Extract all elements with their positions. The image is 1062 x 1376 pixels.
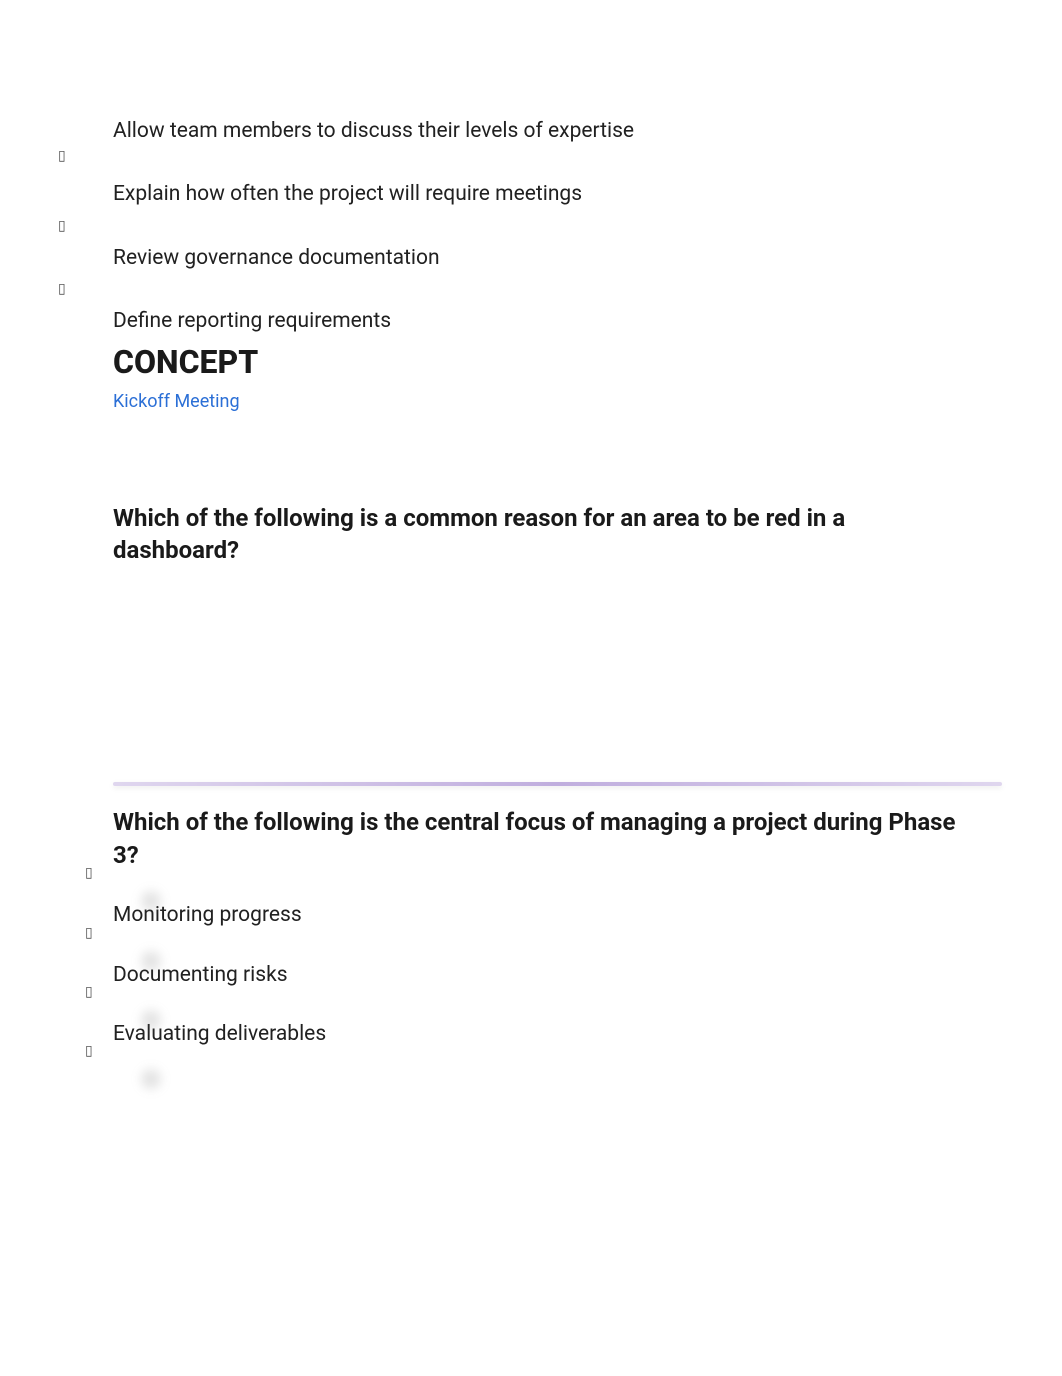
option-text: Allow team members to discuss their leve… [85, 117, 1002, 146]
q1-option-3: Review governance documentation ▯ [85, 244, 1002, 273]
bullet-icon: ▯ [58, 218, 66, 234]
blur-dot [141, 1010, 161, 1030]
bullet-icon: ▯ [85, 925, 93, 941]
option-text: Documenting risks [113, 961, 1002, 990]
q1-option-4: Define reporting requirements [85, 307, 1002, 336]
concept-link[interactable]: Kickoff Meeting [85, 391, 1002, 412]
bullet-icon: ▯ [85, 984, 93, 1000]
document-content: Allow team members to discuss their leve… [0, 0, 1062, 1049]
blur-dot [141, 1069, 161, 1089]
q3-option-2: ▯ Documenting risks [85, 961, 1002, 990]
q2-text: Which of the following is a common reaso… [85, 502, 1002, 567]
bullet-icon: ▯ [58, 148, 66, 164]
spacer [85, 582, 1002, 782]
option-text: Define reporting requirements [85, 307, 1002, 336]
q1-option-1: Allow team members to discuss their leve… [85, 117, 1002, 146]
q3-text: Which of the following is the central fo… [85, 806, 1002, 871]
q3-option-1: ▯ Monitoring progress [85, 901, 1002, 930]
q1-option-2: Explain how often the project will requi… [85, 180, 1002, 209]
q3-options: ▯ Monitoring progress ▯ Documenting risk… [85, 901, 1002, 1049]
bullet-icon: ▯ [58, 281, 66, 297]
blur-dot [141, 951, 161, 971]
concept-heading: CONCEPT [85, 343, 1002, 381]
section-divider [113, 782, 1002, 786]
option-text: Evaluating deliverables [113, 1020, 1002, 1049]
option-text: Review governance documentation [85, 244, 1002, 273]
q1-options: Allow team members to discuss their leve… [85, 117, 1002, 337]
option-text: Monitoring progress [113, 901, 1002, 930]
q3-option-3: ▯ Evaluating deliverables [85, 1020, 1002, 1049]
bullet-icon: ▯ [85, 865, 93, 881]
option-text: Explain how often the project will requi… [85, 180, 1002, 209]
bullet-icon: ▯ [85, 1043, 93, 1059]
blur-dot [141, 891, 161, 911]
